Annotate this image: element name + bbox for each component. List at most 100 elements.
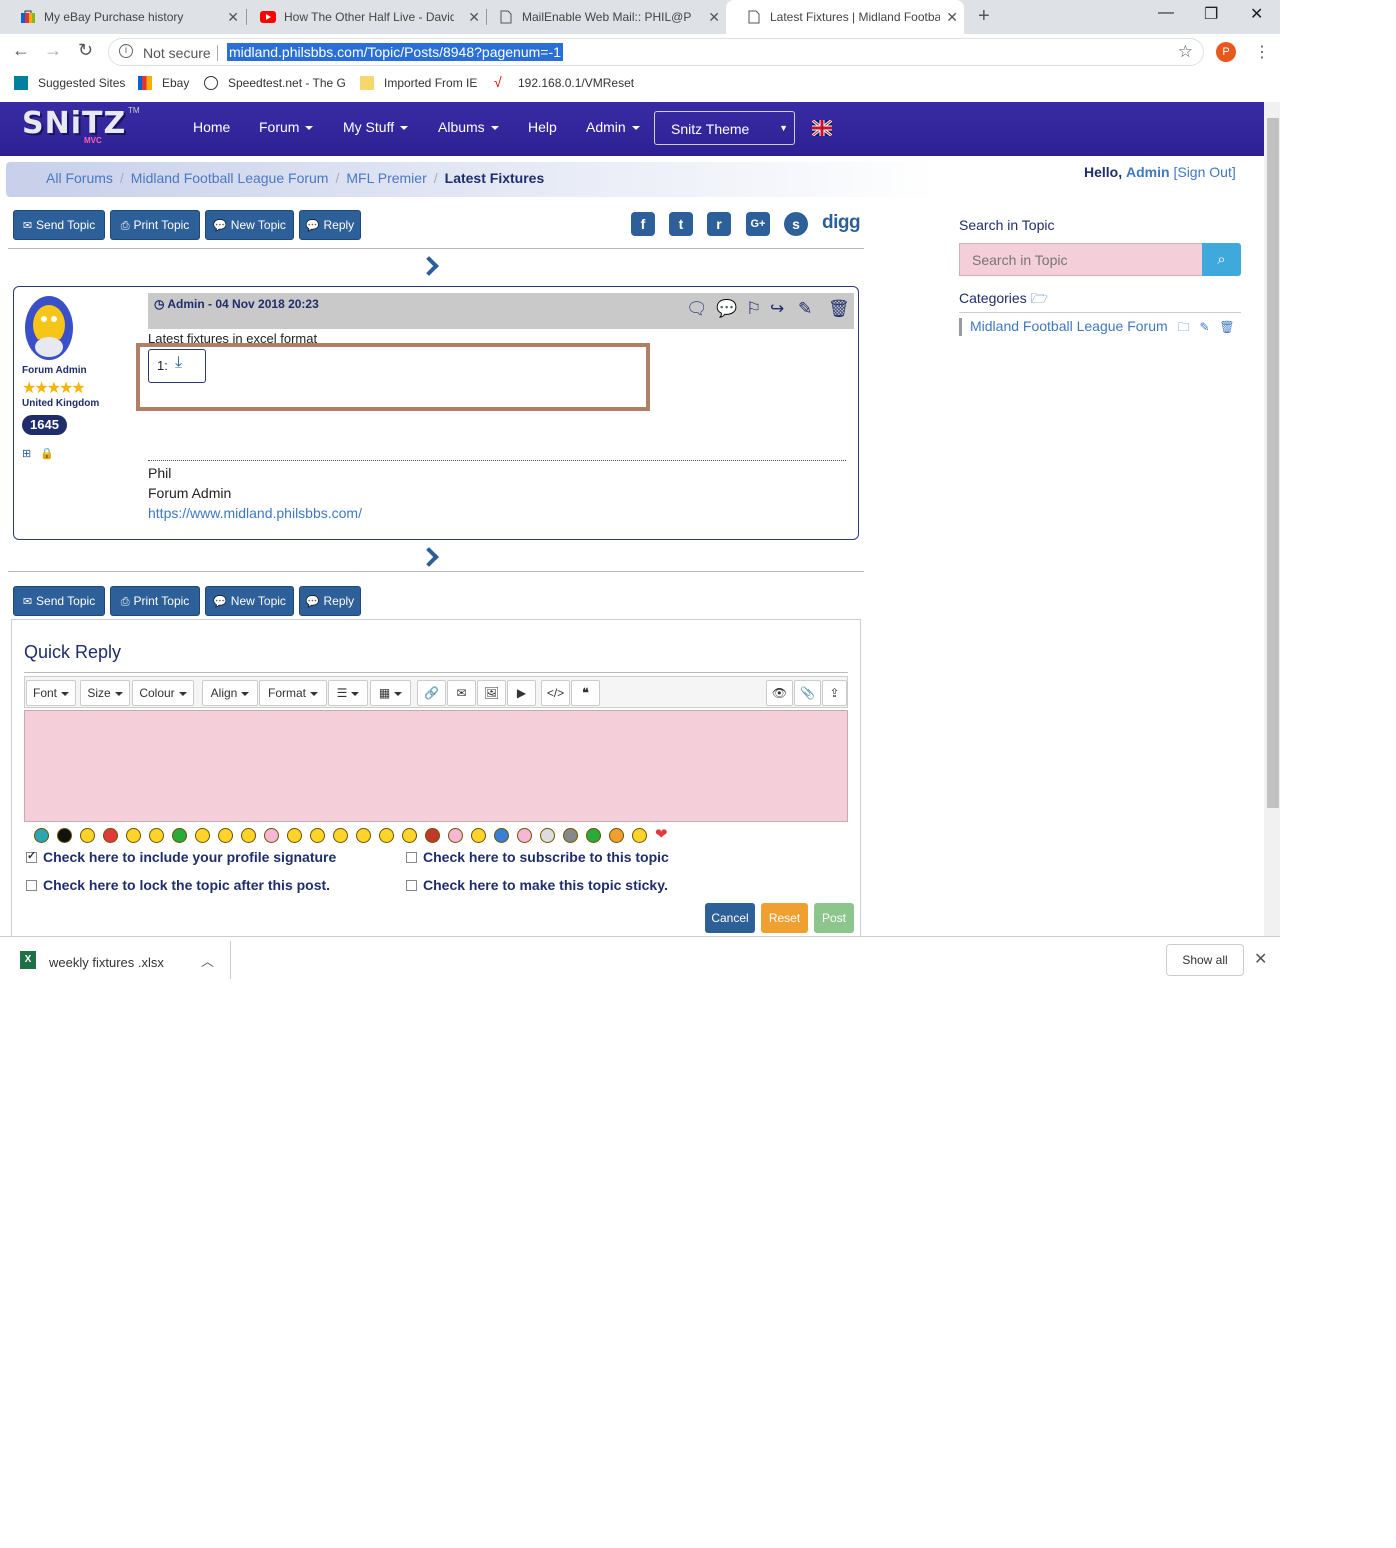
option-sticky[interactable]: Check here to make this topic sticky. xyxy=(406,877,668,893)
smiley-icon[interactable] xyxy=(80,827,95,843)
tab-ebay[interactable]: My eBay Purchase history ✕ xyxy=(0,0,245,34)
reply-button[interactable]: 💬 Reply xyxy=(299,586,361,616)
bookmark-ebay[interactable]: Ebay xyxy=(138,76,189,90)
nav-help[interactable]: Help xyxy=(528,119,557,135)
tab-latest-fixtures[interactable]: Latest Fixtures | Midland Footbal ✕ xyxy=(726,0,964,34)
option-lock-topic[interactable]: Check here to lock the topic after this … xyxy=(26,877,330,893)
smiley-icon[interactable] xyxy=(540,827,555,843)
googleplus-icon[interactable]: G+ xyxy=(746,212,770,236)
nav-forum[interactable]: Forum xyxy=(259,119,314,135)
smiley-icon[interactable] xyxy=(609,827,624,843)
search-input[interactable] xyxy=(959,243,1203,276)
url-text[interactable]: midland.philsbbs.com/Topic/Posts/8948?pa… xyxy=(227,43,563,61)
reddit-icon[interactable]: r xyxy=(707,212,731,236)
smiley-icon[interactable] xyxy=(126,827,141,843)
uk-flag-icon[interactable] xyxy=(812,120,832,136)
upload-image-icon[interactable]: ⇪ xyxy=(822,680,847,706)
list-dropdown[interactable]: ☰ xyxy=(328,680,368,706)
preview-eye-icon[interactable]: 👁 xyxy=(766,680,793,706)
folder-icon[interactable]: 🗀 xyxy=(1178,320,1190,334)
bookmark-imported-from-ie[interactable]: Imported From IE xyxy=(360,76,477,90)
share-icon[interactable]: ↪ xyxy=(770,299,784,319)
send-topic-button[interactable]: ✉ Send Topic xyxy=(13,210,105,240)
print-topic-button[interactable]: ⎙ Print Topic xyxy=(110,586,200,616)
reply-button[interactable]: 💬 Reply xyxy=(299,210,361,240)
close-icon[interactable]: ✕ xyxy=(227,9,239,26)
send-topic-button[interactable]: ✉ Send Topic xyxy=(13,586,105,616)
format-dropdown[interactable]: Format xyxy=(259,680,327,706)
minimize-icon[interactable]: — xyxy=(1158,4,1174,22)
breadcrumb-subforum[interactable]: MFL Premier xyxy=(346,170,426,186)
close-icon[interactable]: ✕ xyxy=(708,9,720,26)
scrollbar-thumb[interactable] xyxy=(1267,118,1279,808)
bookmark-suggested-sites[interactable]: Suggested Sites xyxy=(14,76,125,90)
smiley-icon[interactable] xyxy=(402,827,417,843)
vertical-scrollbar[interactable] xyxy=(1264,102,1280,936)
tab-mailenable[interactable]: MailEnable Web Mail:: PHIL@PHI ✕ xyxy=(478,0,726,34)
breadcrumb-all-forums[interactable]: All Forums xyxy=(46,170,113,186)
site-logo[interactable]: SNiTZ MVC TM xyxy=(22,106,140,152)
smiley-icon[interactable] xyxy=(103,827,118,843)
attach-paperclip-icon[interactable]: 📎 xyxy=(794,680,821,706)
quote-icon[interactable]: ❝ xyxy=(571,680,600,706)
lock-checkbox[interactable] xyxy=(26,879,37,891)
reset-button[interactable]: Reset xyxy=(761,903,808,933)
size-dropdown[interactable]: Size xyxy=(80,680,130,706)
smiley-icon[interactable] xyxy=(494,827,509,843)
close-icon[interactable]: ✕ xyxy=(946,9,958,26)
facebook-icon[interactable]: f xyxy=(631,212,655,236)
smiley-icon[interactable] xyxy=(356,827,371,843)
link-icon[interactable]: 🔗 xyxy=(417,680,446,706)
category-label[interactable]: Midland Football League Forum xyxy=(970,318,1168,334)
image-icon[interactable]: 🖼 xyxy=(477,680,506,706)
email-icon[interactable]: ✉ xyxy=(447,680,476,706)
twitter-icon[interactable]: t xyxy=(669,212,693,236)
digg-icon[interactable]: digg xyxy=(822,212,861,234)
smiley-icon[interactable] xyxy=(34,827,49,843)
cancel-button[interactable]: Cancel xyxy=(705,903,755,933)
stumbleupon-icon[interactable]: s xyxy=(784,212,808,236)
table-dropdown[interactable]: ▦ xyxy=(370,680,411,706)
signature-link[interactable]: https://www.midland.philsbbs.com/ xyxy=(148,503,362,523)
smiley-icon[interactable] xyxy=(586,827,601,843)
sitemap-icon[interactable]: ⊞ xyxy=(22,448,31,460)
smiley-icon[interactable] xyxy=(632,827,647,843)
theme-select[interactable]: Snitz Theme ▼ xyxy=(654,111,795,145)
colour-dropdown[interactable]: Colour xyxy=(132,680,194,706)
chevron-right-icon[interactable] xyxy=(419,256,439,276)
smiley-icon[interactable] xyxy=(333,827,348,843)
nav-home[interactable]: Home xyxy=(193,119,230,135)
smiley-icon[interactable] xyxy=(195,827,210,843)
heart-icon[interactable]: ❤ xyxy=(655,826,668,843)
restore-icon[interactable]: ❐ xyxy=(1204,4,1218,24)
bookmark-vmreset[interactable]: √ 192.168.0.1/VMReset xyxy=(494,75,634,90)
smiley-icon[interactable] xyxy=(310,827,325,843)
message-textarea[interactable] xyxy=(24,710,848,822)
align-dropdown[interactable]: Align xyxy=(202,680,258,706)
close-icon[interactable]: ✕ xyxy=(1254,949,1267,969)
avatar[interactable] xyxy=(24,295,74,361)
smiley-icon[interactable] xyxy=(448,827,463,843)
bookmark-speedtest[interactable]: Speedtest.net - The G xyxy=(204,76,346,90)
smiley-icon[interactable] xyxy=(287,827,302,843)
info-icon[interactable]: i xyxy=(119,44,133,58)
nav-admin[interactable]: Admin xyxy=(586,119,640,135)
smiley-icon[interactable] xyxy=(218,827,233,843)
delete-icon[interactable]: 🗑 xyxy=(1219,320,1234,334)
youtube-icon[interactable]: ▶ xyxy=(507,680,536,706)
delete-icon[interactable]: 🗑 xyxy=(828,299,850,319)
smiley-icon[interactable] xyxy=(471,827,486,843)
back-arrow-icon[interactable]: ← xyxy=(12,40,30,61)
edit-icon[interactable]: ✎ xyxy=(1199,320,1209,334)
subscribe-checkbox[interactable] xyxy=(406,851,417,863)
nav-albums[interactable]: Albums xyxy=(438,119,499,135)
nav-my-stuff[interactable]: My Stuff xyxy=(343,119,409,135)
smiley-icon[interactable] xyxy=(563,827,578,843)
smiley-icon[interactable] xyxy=(172,827,187,843)
kebab-menu-icon[interactable]: ⋮ xyxy=(1254,42,1270,62)
lock-icon[interactable]: 🔒 xyxy=(40,448,54,460)
breadcrumb-forum[interactable]: Midland Football League Forum xyxy=(131,170,329,186)
username-link[interactable]: Admin xyxy=(1126,164,1170,180)
reload-icon[interactable]: ↻ xyxy=(78,40,93,61)
comment-icon[interactable]: 💬 xyxy=(716,299,737,319)
